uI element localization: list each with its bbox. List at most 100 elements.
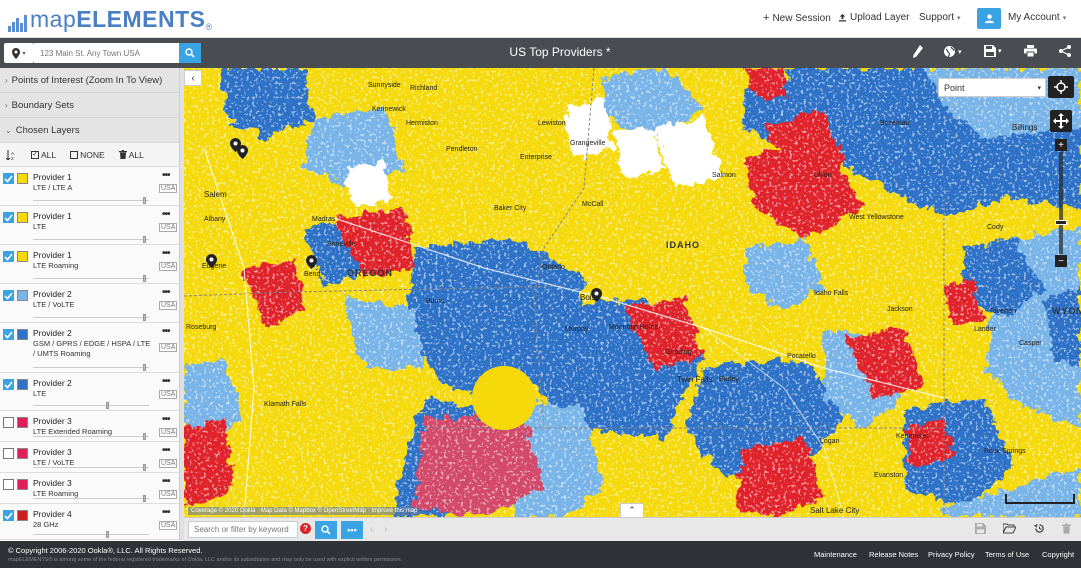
session-title[interactable]: US Top Providers *: [460, 45, 660, 59]
layer-color-swatch[interactable]: [17, 417, 28, 428]
layer-opacity-slider[interactable]: [33, 531, 149, 538]
upload-layer-button[interactable]: Upload Layer: [838, 12, 909, 23]
layer-opacity-slider[interactable]: [33, 495, 149, 502]
layer-opacity-slider[interactable]: [33, 236, 149, 243]
chosen-layers-header[interactable]: ⌄ Chosen Layers: [0, 118, 179, 143]
map-pin-icon[interactable]: [591, 288, 602, 305]
slider-handle[interactable]: [143, 197, 146, 204]
footer-link-release-notes[interactable]: Release Notes: [869, 550, 918, 559]
expand-panel-button[interactable]: ⌃: [620, 503, 644, 517]
layer-menu-button[interactable]: •••: [162, 248, 170, 259]
slider-handle[interactable]: [143, 433, 146, 440]
zoom-slider-handle[interactable]: [1055, 220, 1067, 225]
delete-all-button[interactable]: ALL: [118, 150, 144, 160]
zoom-out-button[interactable]: −: [1055, 255, 1067, 267]
layer-item[interactable]: Provider 2 GSM / GPRS / EDGE / HSPA / LTE…: [0, 323, 179, 373]
open-folder-button[interactable]: [1002, 523, 1017, 537]
layer-visibility-checkbox[interactable]: [3, 290, 14, 301]
layer-opacity-slider[interactable]: [33, 275, 149, 282]
layer-menu-button[interactable]: •••: [162, 209, 170, 220]
sort-button[interactable]: AZ: [6, 149, 17, 160]
layer-item[interactable]: Provider 4 28 GHz ••• USA: [0, 504, 179, 540]
slider-handle[interactable]: [143, 464, 146, 471]
my-account-menu[interactable]: My Account ▾: [1008, 12, 1066, 23]
history-button[interactable]: [1034, 523, 1045, 537]
poi-section-header[interactable]: › Points of Interest (Zoom In To View): [0, 68, 179, 93]
map-attribution[interactable]: Coverage © 2020 Ookla · Map Data © Mapbo…: [188, 507, 421, 515]
layer-color-swatch[interactable]: [17, 173, 28, 184]
slider-handle[interactable]: [106, 531, 109, 538]
map-pin-icon[interactable]: [237, 145, 248, 162]
layer-color-swatch[interactable]: [17, 212, 28, 223]
layer-visibility-checkbox[interactable]: [3, 329, 14, 340]
layer-opacity-slider[interactable]: [33, 314, 149, 321]
collapse-sidebar-button[interactable]: ‹: [184, 70, 202, 86]
layer-opacity-slider[interactable]: [33, 433, 149, 440]
print-button[interactable]: [1024, 45, 1037, 57]
layer-item[interactable]: Provider 1 LTE / LTE A ••• USA: [0, 167, 179, 206]
slider-handle[interactable]: [143, 236, 146, 243]
layer-menu-button[interactable]: •••: [162, 445, 170, 456]
chevron-left-icon[interactable]: ‹: [370, 524, 373, 535]
layer-color-swatch[interactable]: [17, 251, 28, 262]
layer-menu-button[interactable]: •••: [162, 287, 170, 298]
layer-color-swatch[interactable]: [17, 379, 28, 390]
footer-link-copyright[interactable]: Copyright: [1042, 550, 1074, 559]
layer-region-badge[interactable]: USA: [159, 490, 178, 499]
delete-results-button[interactable]: [1062, 523, 1071, 537]
footer-link-terms-of-use[interactable]: Terms of Use: [985, 550, 1029, 559]
slider-handle[interactable]: [143, 495, 146, 502]
layer-opacity-slider[interactable]: [33, 402, 149, 409]
layer-opacity-slider[interactable]: [33, 197, 149, 204]
layer-color-swatch[interactable]: [17, 510, 28, 521]
slider-handle[interactable]: [106, 402, 109, 409]
layer-visibility-checkbox[interactable]: [3, 510, 14, 521]
chevron-right-icon[interactable]: ›: [384, 524, 387, 535]
new-session-button[interactable]: + New Session: [763, 12, 831, 24]
more-options-button[interactable]: •••: [341, 521, 363, 539]
layer-visibility-checkbox[interactable]: [3, 379, 14, 390]
layer-visibility-checkbox[interactable]: [3, 479, 14, 490]
uncheck-all-button[interactable]: NONE: [70, 150, 105, 160]
basemap-button[interactable]: ▾: [943, 45, 962, 58]
zoom-slider-track[interactable]: [1059, 152, 1063, 254]
layer-region-badge[interactable]: USA: [159, 459, 178, 468]
pan-control[interactable]: [1050, 110, 1072, 132]
avatar[interactable]: [977, 8, 1001, 29]
layer-menu-button[interactable]: •••: [162, 170, 170, 181]
keyword-search-button[interactable]: [315, 521, 337, 539]
save-menu-button[interactable]: ▾: [984, 45, 1002, 57]
support-menu[interactable]: Support ▾: [919, 12, 961, 23]
layer-opacity-slider[interactable]: [33, 364, 149, 371]
footer-link-maintenance[interactable]: Maintenance: [814, 550, 857, 559]
layer-visibility-checkbox[interactable]: [3, 212, 14, 223]
help-icon[interactable]: ?: [300, 523, 311, 534]
layer-menu-button[interactable]: •••: [162, 376, 170, 387]
layer-region-badge[interactable]: USA: [159, 343, 178, 352]
slider-handle[interactable]: [143, 364, 146, 371]
locate-button[interactable]: [1048, 76, 1074, 98]
address-search-input[interactable]: [34, 43, 179, 63]
layer-region-badge[interactable]: USA: [159, 301, 178, 310]
layer-menu-button[interactable]: •••: [162, 476, 170, 487]
layer-item[interactable]: Provider 2 LTE ••• USA: [0, 373, 179, 411]
boundary-sets-header[interactable]: › Boundary Sets: [0, 93, 179, 118]
slider-handle[interactable]: [143, 275, 146, 282]
layer-item[interactable]: Provider 3 LTE Roaming ••• USA: [0, 473, 179, 504]
slider-handle[interactable]: [143, 314, 146, 321]
layer-menu-button[interactable]: •••: [162, 507, 170, 518]
map-pin-icon[interactable]: [206, 254, 217, 271]
layer-visibility-checkbox[interactable]: [3, 251, 14, 262]
layer-item[interactable]: Provider 1 LTE ••• USA: [0, 206, 179, 245]
keyword-filter-input[interactable]: [188, 521, 298, 538]
footer-link-privacy-policy[interactable]: Privacy Policy: [928, 550, 975, 559]
layer-menu-button[interactable]: •••: [162, 414, 170, 425]
map-pin-icon[interactable]: [306, 255, 317, 272]
location-pin-button[interactable]: ▾: [4, 43, 34, 63]
layer-item[interactable]: Provider 2 LTE / VoLTE ••• USA: [0, 284, 179, 323]
layer-item[interactable]: Provider 3 LTE / VoLTE ••• USA: [0, 442, 179, 473]
layer-menu-button[interactable]: •••: [162, 326, 170, 337]
layer-region-badge[interactable]: USA: [159, 223, 178, 232]
check-all-button[interactable]: ✓ ALL: [31, 150, 56, 160]
zoom-in-button[interactable]: +: [1055, 139, 1067, 151]
